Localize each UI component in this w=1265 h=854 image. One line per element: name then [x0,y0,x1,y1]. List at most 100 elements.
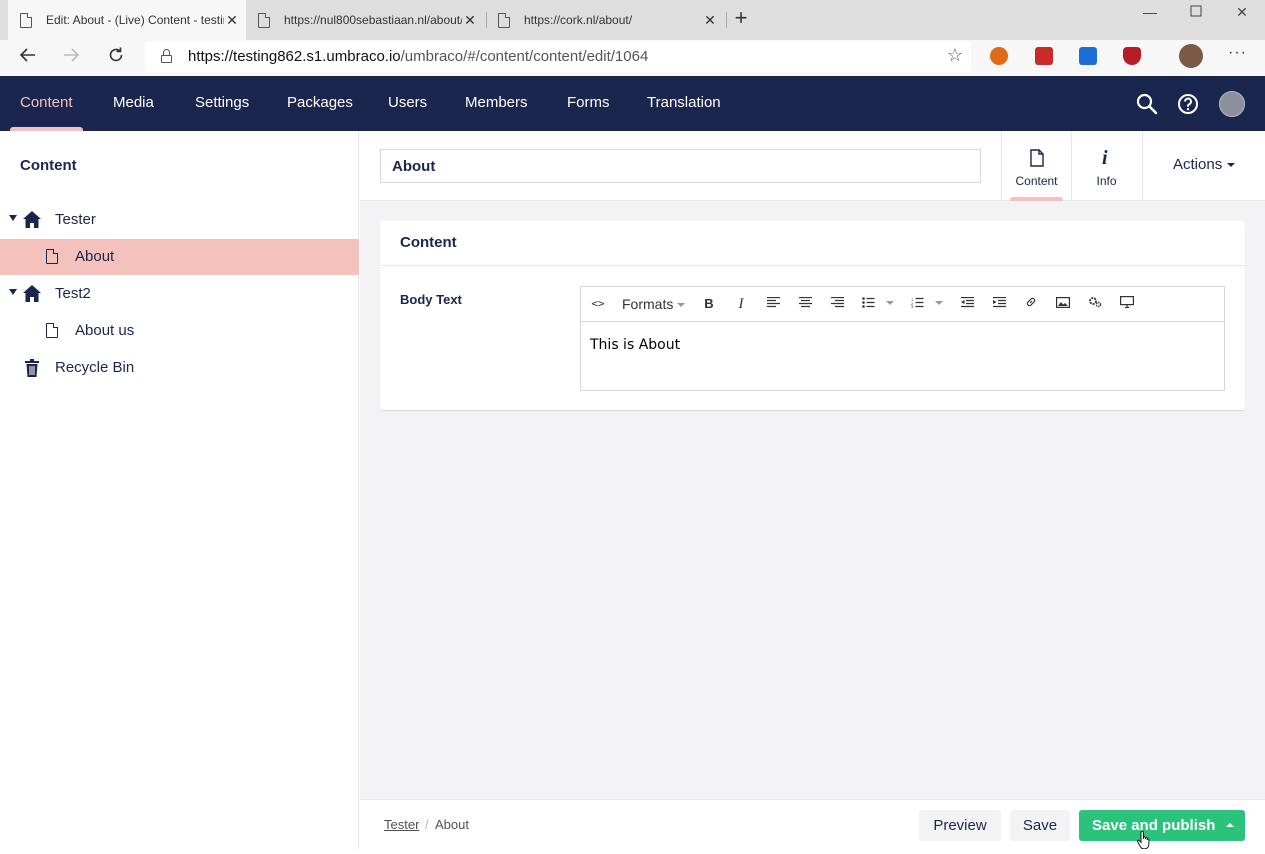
actions-menu[interactable]: Actions [1142,131,1265,201]
section-members[interactable]: Members [465,76,528,131]
close-tab-icon[interactable]: ✕ [224,12,240,29]
refresh-icon[interactable] [104,46,128,70]
tree-node-about[interactable]: About [0,239,359,275]
embed-icon[interactable] [1120,296,1135,312]
section-translation[interactable]: Translation [647,76,721,131]
extension-icon[interactable] [1123,47,1141,65]
section-content[interactable]: Content [10,76,83,131]
document-icon [1030,149,1044,170]
forward-icon[interactable] [59,46,83,70]
macro-icon[interactable] [1088,296,1102,312]
tree-node-label: About [75,248,115,265]
section-settings[interactable]: Settings [195,76,249,131]
hand-cursor-icon [1136,830,1151,850]
help-icon[interactable] [1177,93,1199,120]
save-button[interactable]: Save [1010,810,1070,841]
publish-options-caret-icon[interactable] [1215,810,1245,841]
user-avatar[interactable] [1219,91,1245,117]
section-media[interactable]: Media [113,76,154,131]
app-content[interactable]: Content [1001,131,1071,201]
url-field[interactable]: https://testing862.s1.umbraco.io/umbraco… [145,42,971,72]
content-tree: Content Tester About Test2 About us Recy… [0,131,359,849]
extension-icon[interactable] [1035,47,1053,65]
source-code-button[interactable]: <> [591,296,605,312]
node-name-input[interactable] [380,149,981,183]
home-icon [23,285,41,306]
browser-tab-active[interactable]: Edit: About - (Live) Content - testing86… [8,0,246,40]
align-left-icon[interactable] [766,296,780,312]
svg-text:3: 3 [911,304,914,308]
url-text[interactable]: https://testing862.s1.umbraco.io/umbraco… [188,48,648,65]
browser-tab[interactable]: https://cork.nl/about/ ✕ [486,0,724,40]
browser-tab[interactable]: https://nul800sebastiaan.nl/about/ ✕ [246,0,484,40]
tab-title: Edit: About - (Live) Content - testing86… [46,13,224,27]
tree-title: Content [20,157,77,174]
breadcrumb-separator: / [425,817,429,832]
extension-icon[interactable] [990,47,1008,65]
rte-toolbar: <> Formats B I 123 [581,287,1224,322]
formats-dropdown[interactable]: Formats [622,296,688,312]
italic-button[interactable]: I [735,296,747,312]
numbered-list-icon[interactable]: 123 [911,296,943,312]
rte-body-text[interactable]: This is About [590,337,680,353]
editor-footer: Tester / About Preview Save Save and pub… [360,799,1265,849]
group-title: Content [400,234,457,251]
indent-icon[interactable] [992,296,1006,312]
document-icon [46,249,58,264]
link-icon[interactable] [1024,296,1038,312]
tree-node-label: Recycle Bin [55,359,135,376]
tree-node-tester[interactable]: Tester [0,202,359,238]
page-icon [20,12,32,28]
close-window-icon[interactable]: ✕ [1232,4,1252,20]
outdent-icon[interactable] [960,296,974,312]
trash-icon [25,359,39,381]
align-right-icon[interactable] [830,296,844,312]
home-icon [23,211,41,232]
editor-header: Content i Info Actions [360,131,1265,201]
section-users[interactable]: Users [388,76,427,131]
breadcrumb-link[interactable]: Tester [384,817,419,832]
tree-node-about-us[interactable]: About us [0,313,359,349]
actions-label: Actions [1173,156,1223,173]
close-tab-icon[interactable]: ✕ [702,12,718,29]
new-tab-button[interactable]: + [730,7,752,30]
minimize-icon[interactable]: — [1140,4,1160,20]
umbraco-header: Content Media Settings Packages Users Me… [0,76,1265,131]
more-options-icon[interactable]: ··· [1228,44,1247,62]
expand-caret-icon[interactable] [9,215,17,221]
section-packages[interactable]: Packages [287,76,353,131]
save-and-publish-button[interactable]: Save and publish [1079,810,1245,841]
back-icon[interactable] [16,46,40,70]
extension-icon[interactable] [1079,47,1097,65]
maximize-icon[interactable] [1186,4,1206,20]
browser-tab-strip: Edit: About - (Live) Content - testing86… [0,0,1265,40]
tree-node-test2[interactable]: Test2 [0,276,359,312]
document-icon [46,323,58,338]
lock-icon [161,49,172,63]
page-icon [258,12,270,28]
tree-node-recycle-bin[interactable]: Recycle Bin [0,350,359,386]
caret-down-icon [677,303,686,308]
section-forms[interactable]: Forms [567,76,610,131]
align-center-icon[interactable] [798,296,812,312]
profile-avatar[interactable] [1179,44,1203,68]
caret-down-icon [1227,163,1236,168]
tree-node-label: Tester [55,211,96,228]
close-tab-icon[interactable]: ✕ [462,12,478,29]
app-label: Content [1015,174,1058,188]
content-group-panel: Content Body Text <> Formats B I 123 Thi… [380,221,1245,410]
info-icon: i [1102,147,1108,169]
tree-node-label: Test2 [55,285,91,302]
bold-button[interactable]: B [703,296,715,312]
search-icon[interactable] [1136,93,1158,120]
expand-caret-icon[interactable] [9,289,17,295]
preview-button[interactable]: Preview [919,810,1001,841]
tab-title: https://nul800sebastiaan.nl/about/ [284,13,462,27]
app-info[interactable]: i Info [1071,131,1141,201]
image-icon[interactable] [1056,296,1071,312]
favorite-star-icon[interactable]: ☆ [947,45,963,66]
rich-text-editor[interactable]: <> Formats B I 123 This is About [580,286,1225,391]
panel-header: Content [380,221,1245,266]
bullet-list-icon[interactable] [862,296,894,312]
url-path: /umbraco/#/content/content/edit/1064 [400,48,649,65]
